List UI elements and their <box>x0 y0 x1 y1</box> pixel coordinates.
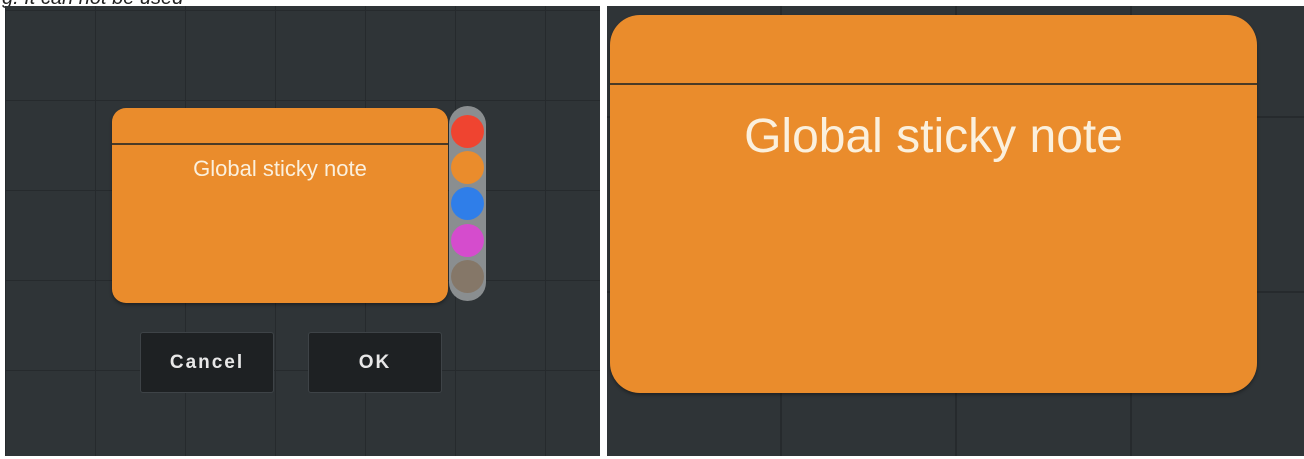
color-swatch-red[interactable] <box>451 115 484 148</box>
node-canvas-left[interactable]: Global sticky note Cancel OK <box>5 6 600 456</box>
sticky-note-editor[interactable]: Global sticky note <box>112 108 448 303</box>
color-swatch-blue[interactable] <box>451 187 484 220</box>
sticky-note-title[interactable]: Global sticky note <box>112 156 448 182</box>
note-header-divider <box>610 83 1257 85</box>
color-picker <box>449 106 486 301</box>
ok-button[interactable]: OK <box>308 332 442 393</box>
color-swatch-taupe[interactable] <box>451 260 484 293</box>
color-swatch-magenta[interactable] <box>451 224 484 257</box>
screenshot-page: g. It can not be used Global sticky note… <box>0 0 1304 459</box>
node-canvas-right[interactable]: Global sticky note <box>607 6 1304 456</box>
sticky-note-title: Global sticky note <box>744 110 1123 163</box>
sticky-note-zoomed[interactable]: Global sticky note <box>610 15 1257 393</box>
cancel-button[interactable]: Cancel <box>140 332 274 393</box>
color-swatch-orange[interactable] <box>451 151 484 184</box>
note-header-divider <box>112 143 448 145</box>
